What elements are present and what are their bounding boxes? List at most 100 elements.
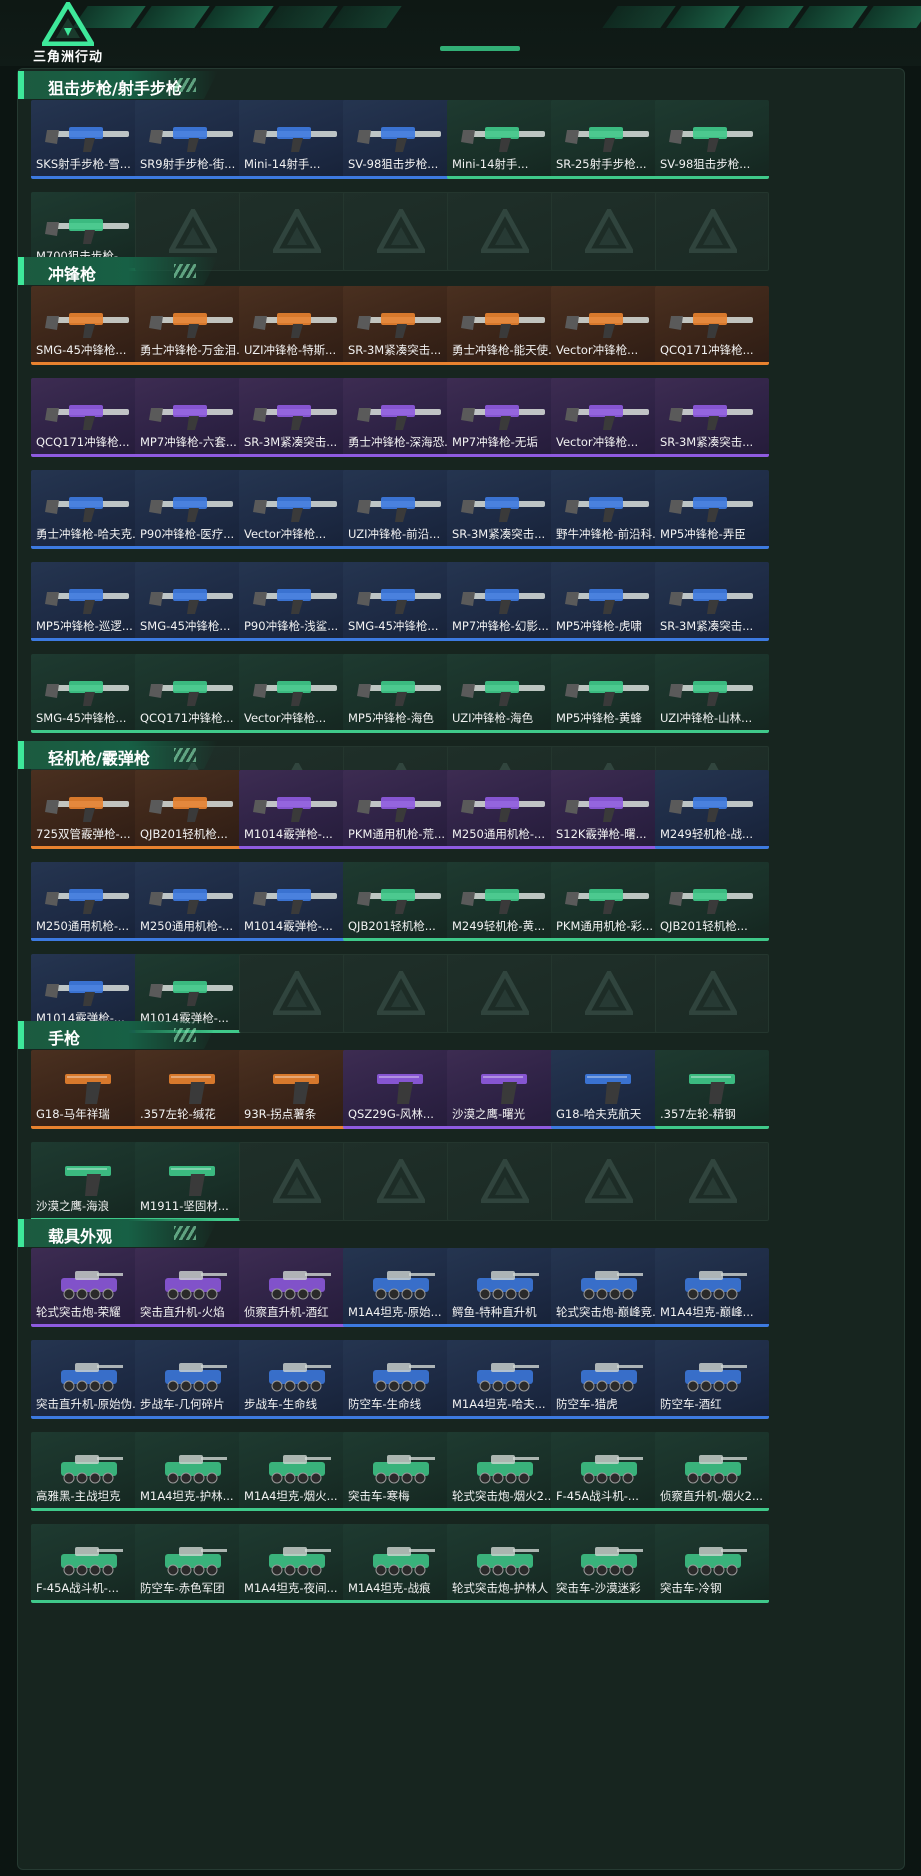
weapon-skin-icon: [565, 497, 649, 522]
skin-card[interactable]: MP5冲锋枪-虎啸: [551, 562, 665, 641]
skin-card[interactable]: SMG-45冲锋枪...: [31, 286, 145, 365]
skin-card[interactable]: QCQ171冲锋枪...: [655, 286, 769, 365]
skin-card[interactable]: M1A4坦克-烟火...: [239, 1432, 353, 1511]
skin-card[interactable]: 野牛冲锋枪-前沿科...: [551, 470, 665, 549]
skin-card[interactable]: QCQ171冲锋枪...: [135, 654, 249, 733]
weapon-skin-icon: [45, 589, 129, 614]
skin-card[interactable]: SR-3M紧凑突击...: [447, 470, 561, 549]
skin-card[interactable]: 突击车-沙漠迷彩: [551, 1524, 665, 1603]
skin-card[interactable]: 防空车-赤色军团: [135, 1524, 249, 1603]
skin-name: UZI冲锋枪-前沿...: [348, 527, 441, 541]
skin-card[interactable]: SKS射手步枪-雪...: [31, 100, 145, 179]
skin-card[interactable]: .357左轮-精钢: [655, 1050, 769, 1129]
skin-card[interactable]: UZI冲锋枪-特斯...: [239, 286, 353, 365]
skin-card[interactable]: MP5冲锋枪-弄臣: [655, 470, 769, 549]
skin-card[interactable]: MP5冲锋枪-海色: [343, 654, 457, 733]
skin-card[interactable]: Vector冲锋枪...: [239, 470, 353, 549]
skin-card[interactable]: F-45A战斗机-...: [31, 1524, 145, 1603]
skin-card[interactable]: Mini-14射手...: [239, 100, 353, 179]
skin-card[interactable]: 沙漠之鹰-曙光: [447, 1050, 561, 1129]
skin-card[interactable]: QSZ29G-风林...: [343, 1050, 457, 1129]
skin-card[interactable]: SMG-45冲锋枪...: [135, 562, 249, 641]
skin-card[interactable]: 步战车-生命线: [239, 1340, 353, 1419]
skin-card[interactable]: 突击车-寒梅: [343, 1432, 457, 1511]
skin-card[interactable]: UZI冲锋枪-山林...: [655, 654, 769, 733]
skin-card[interactable]: 高雅黑-主战坦克: [31, 1432, 145, 1511]
skin-card[interactable]: 轮式突击炮-烟火2...: [447, 1432, 561, 1511]
skin-card[interactable]: M249轻机枪-黄...: [447, 862, 561, 941]
skin-card[interactable]: M1A4坦克-原始...: [343, 1248, 457, 1327]
skin-card[interactable]: SR-3M紧凑突击...: [655, 562, 769, 641]
skin-card[interactable]: 侦察直升机-酒红: [239, 1248, 353, 1327]
skin-card[interactable]: 轮式突击炮-巅峰竞...: [551, 1248, 665, 1327]
skin-card[interactable]: P90冲锋枪-浅鲨...: [239, 562, 353, 641]
skin-card[interactable]: 防空车-生命线: [343, 1340, 457, 1419]
skin-card[interactable]: F-45A战斗机-...: [551, 1432, 665, 1511]
skin-card[interactable]: 突击直升机-火焰: [135, 1248, 249, 1327]
skin-card[interactable]: .357左轮-缄花: [135, 1050, 249, 1129]
skin-card[interactable]: S12K霰弹枪-曙...: [551, 770, 665, 849]
skin-card[interactable]: 沙漠之鹰-海浪: [31, 1142, 145, 1221]
skin-card[interactable]: 轮式突击炮-荣耀: [31, 1248, 145, 1327]
vehicle-skin-icon: [581, 1271, 643, 1300]
skin-card[interactable]: M249轻机枪-战...: [655, 770, 769, 849]
skin-card[interactable]: M1A4坦克-护林...: [135, 1432, 249, 1511]
skin-card[interactable]: G18-马年祥瑞: [31, 1050, 145, 1129]
skin-card[interactable]: 突击车-冷钢: [655, 1524, 769, 1603]
skin-card[interactable]: PKM通用机枪-彩...: [551, 862, 665, 941]
skin-card[interactable]: SMG-45冲锋枪...: [31, 654, 145, 733]
skin-card[interactable]: UZI冲锋枪-前沿...: [343, 470, 457, 549]
weapon-skin-icon: [565, 589, 649, 614]
skin-card[interactable]: MP5冲锋枪-巡逻...: [31, 562, 145, 641]
skin-card[interactable]: Vector冲锋枪...: [551, 286, 665, 365]
skin-card[interactable]: M1911-坚固材...: [135, 1142, 249, 1221]
skin-card[interactable]: SR9射手步枪-街...: [135, 100, 249, 179]
skin-card[interactable]: SV-98狙击步枪...: [343, 100, 457, 179]
skin-card[interactable]: P90冲锋枪-医疗...: [135, 470, 249, 549]
skin-card[interactable]: SR-3M紧凑突击...: [343, 286, 457, 365]
skin-card[interactable]: 勇士冲锋枪-万金泪...: [135, 286, 249, 365]
skin-card[interactable]: M1A4坦克-夜间...: [239, 1524, 353, 1603]
section-title: 轻机枪/霰弹枪: [48, 749, 150, 768]
skin-card[interactable]: MP5冲锋枪-黄蜂: [551, 654, 665, 733]
skin-card[interactable]: M1A4坦克-战痕: [343, 1524, 457, 1603]
skin-card[interactable]: QJB201轻机枪...: [655, 862, 769, 941]
skin-card[interactable]: QCQ171冲锋枪...: [31, 378, 145, 457]
skin-card[interactable]: UZI冲锋枪-海色: [447, 654, 561, 733]
skin-card[interactable]: M250通用机枪-...: [447, 770, 561, 849]
skin-card[interactable]: G18-哈夫克航天: [551, 1050, 665, 1129]
skin-card[interactable]: 鳄鱼-特种直升机: [447, 1248, 561, 1327]
skin-card[interactable]: 勇士冲锋枪-能天使...: [447, 286, 561, 365]
skin-card[interactable]: SR-3M紧凑突击...: [655, 378, 769, 457]
skin-card[interactable]: 步战车-几何碎片: [135, 1340, 249, 1419]
skin-card[interactable]: 轮式突击炮-护林人: [447, 1524, 561, 1603]
skin-card[interactable]: Vector冲锋枪...: [239, 654, 353, 733]
skin-card[interactable]: M1014霰弹枪-...: [239, 770, 353, 849]
skin-card[interactable]: SR-25射手步枪...: [551, 100, 665, 179]
skin-card[interactable]: QJB201轻机枪...: [135, 770, 249, 849]
skin-card[interactable]: M1014霰弹枪-...: [239, 862, 353, 941]
skin-card[interactable]: M250通用机枪-...: [31, 862, 145, 941]
skin-card[interactable]: MP7冲锋枪-幻影...: [447, 562, 561, 641]
skin-card[interactable]: 防空车-猎虎: [551, 1340, 665, 1419]
skin-card[interactable]: SMG-45冲锋枪...: [343, 562, 457, 641]
skin-card[interactable]: SR-3M紧凑突击...: [239, 378, 353, 457]
skin-card[interactable]: SV-98狙击步枪...: [655, 100, 769, 179]
skin-card[interactable]: 725双管霰弹枪-...: [31, 770, 145, 849]
skin-card[interactable]: 93R-拐点薯条: [239, 1050, 353, 1129]
skin-card[interactable]: MP7冲锋枪-六套...: [135, 378, 249, 457]
skin-card[interactable]: Vector冲锋枪...: [551, 378, 665, 457]
skin-card[interactable]: 侦察直升机-烟火2...: [655, 1432, 769, 1511]
skin-card[interactable]: M250通用机枪-...: [135, 862, 249, 941]
skin-card[interactable]: PKM通用机枪-荒...: [343, 770, 457, 849]
skin-card[interactable]: MP7冲锋枪-无垢: [447, 378, 561, 457]
skin-card[interactable]: 突击直升机-原始伪...: [31, 1340, 145, 1419]
skin-card[interactable]: 防空车-酒红: [655, 1340, 769, 1419]
weapon-skin-icon: [565, 797, 649, 822]
skin-card[interactable]: 勇士冲锋枪-深海恐...: [343, 378, 457, 457]
skin-card[interactable]: Mini-14射手...: [447, 100, 561, 179]
skin-card[interactable]: M1A4坦克-巅峰...: [655, 1248, 769, 1327]
skin-card[interactable]: QJB201轻机枪...: [343, 862, 457, 941]
skin-card[interactable]: M1A4坦克-哈夫...: [447, 1340, 561, 1419]
skin-card[interactable]: 勇士冲锋枪-哈夫克...: [31, 470, 145, 549]
